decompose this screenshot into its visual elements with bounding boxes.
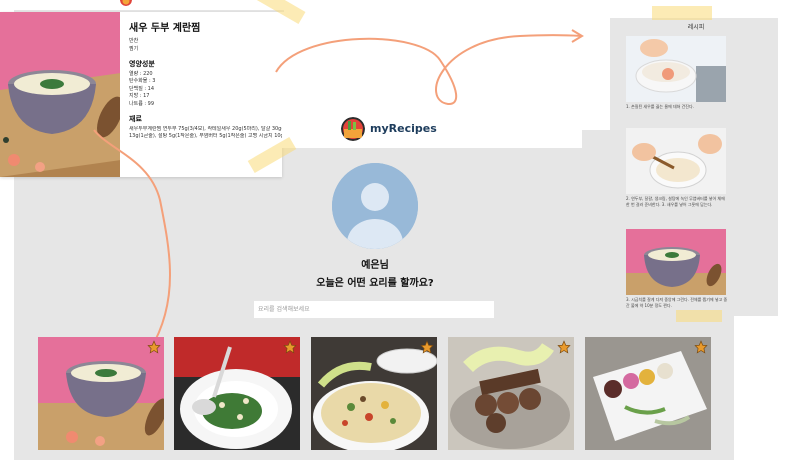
greeting-question: 오늘은 어떤 요리를 할까요?: [316, 278, 434, 289]
favorite-star-icon[interactable]: [420, 340, 434, 354]
recipe-thumbnail: [448, 337, 574, 450]
recipe-thumbnail: [174, 337, 300, 450]
favorite-star-icon[interactable]: [147, 340, 161, 354]
recipe-thumbnail: [311, 337, 437, 450]
recipe-card[interactable]: [448, 337, 574, 450]
avatar[interactable]: [332, 163, 418, 249]
tape-decoration: [652, 6, 712, 20]
recipe-thumbnail: [585, 337, 711, 450]
recipe-card[interactable]: [585, 337, 711, 450]
favorite-star-icon[interactable]: [694, 340, 708, 354]
favorite-star-icon[interactable]: [283, 340, 297, 354]
recipe-card[interactable]: [38, 337, 164, 450]
tape-decoration: [676, 310, 722, 322]
greeting-name: 예은님: [361, 260, 389, 271]
recipe-thumbnail: [38, 337, 164, 450]
recipe-card[interactable]: [311, 337, 437, 450]
favorite-star-icon[interactable]: [557, 340, 571, 354]
search-input[interactable]: [254, 301, 494, 318]
recipe-card[interactable]: [174, 337, 300, 450]
